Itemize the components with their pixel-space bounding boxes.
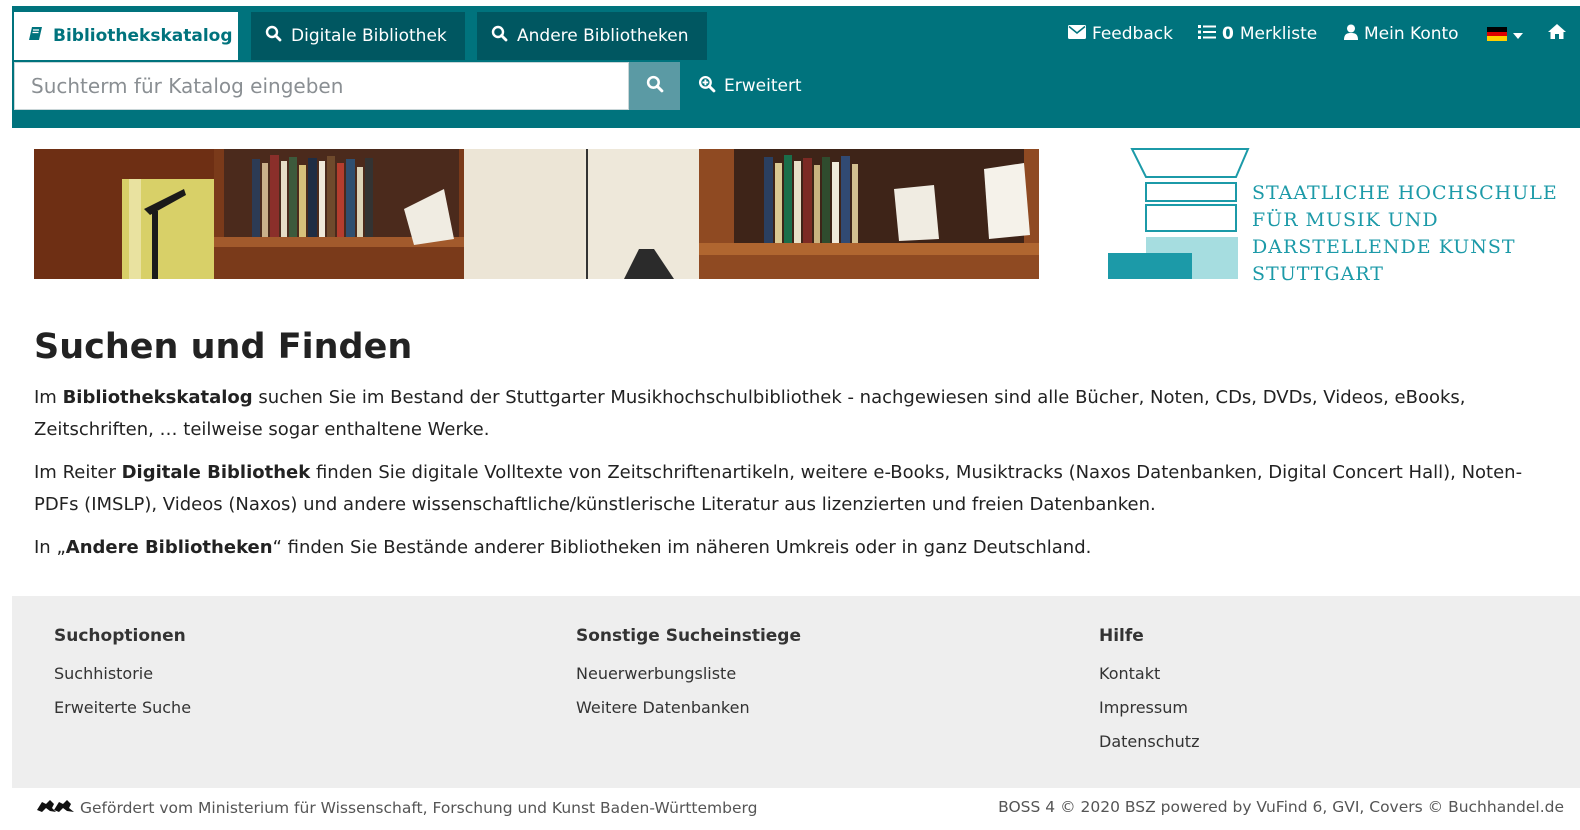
footer-link-kontakt[interactable]: Kontakt xyxy=(1099,660,1199,688)
footer-column-suchoptionen: Suchoptionen Suchhistorie Erweiterte Suc… xyxy=(54,626,191,722)
page-title: Suchen und Finden xyxy=(34,327,413,367)
footer-column-hilfe: Hilfe Kontakt Impressum Datenschutz xyxy=(1099,626,1199,756)
credits: BOSS 4 © 2020 BSZ powered by VuFind 6, G… xyxy=(998,798,1564,816)
account-label: Mein Konto xyxy=(1364,24,1459,44)
emphasis: Andere Bibliotheken xyxy=(65,537,273,558)
tab-digitale-bibliothek[interactable]: Digitale Bibliothek xyxy=(251,12,465,60)
bottom-bar: Gefördert vom Ministerium für Wissenscha… xyxy=(12,788,1580,830)
hochschule-logo-text: STAATLICHE HOCHSCHULE FÜR MUSIK UND DARS… xyxy=(1252,180,1558,288)
hochschule-logo xyxy=(1108,147,1251,279)
home-icon xyxy=(1548,24,1566,44)
tab-bibliothekskatalog[interactable]: Bibliothekskatalog xyxy=(14,12,238,60)
tab-andere-bibliotheken[interactable]: Andere Bibliotheken xyxy=(477,12,707,60)
feedback-label: Feedback xyxy=(1092,24,1173,44)
feedback-link[interactable]: Feedback xyxy=(1068,20,1173,48)
footer-link-weitere-datenbanken[interactable]: Weitere Datenbanken xyxy=(576,694,801,722)
search-icon xyxy=(491,25,508,47)
text: Im xyxy=(34,387,63,408)
merkliste-label: Merkliste xyxy=(1239,24,1318,44)
account-link[interactable]: Mein Konto xyxy=(1344,20,1459,48)
footer-heading: Sonstige Sucheinstiege xyxy=(576,626,802,646)
search-button[interactable] xyxy=(629,62,680,110)
envelope-icon xyxy=(1068,24,1086,44)
text: In „ xyxy=(34,537,66,558)
list-icon xyxy=(1198,24,1216,44)
footer-link-datenschutz[interactable]: Datenschutz xyxy=(1099,728,1199,756)
search-icon xyxy=(265,25,282,47)
language-selector[interactable] xyxy=(1487,20,1523,48)
advanced-search-label: Erweitert xyxy=(724,76,802,96)
library-banner-image xyxy=(34,149,1039,279)
header: Bibliothekskatalog Digitale Bibliothek A… xyxy=(12,6,1580,128)
tab-label: Digitale Bibliothek xyxy=(291,26,447,46)
german-flag-icon xyxy=(1487,27,1507,42)
emphasis: Digitale Bibliothek xyxy=(121,462,311,483)
funding-note: Gefördert vom Ministerium für Wissenscha… xyxy=(36,798,757,818)
funding-text: Gefördert vom Ministerium für Wissenscha… xyxy=(80,799,758,817)
tab-label: Andere Bibliotheken xyxy=(517,26,689,46)
intro-paragraph-digitale: Im Reiter Digitale Bibliothek finden Sie… xyxy=(34,457,1564,521)
logo-line: STAATLICHE HOCHSCHULE xyxy=(1252,182,1558,204)
merkliste-count: 0 xyxy=(1222,24,1234,44)
search-input[interactable] xyxy=(14,62,629,110)
footer-heading: Suchoptionen xyxy=(54,626,186,646)
merkliste-link[interactable]: 0 Merkliste xyxy=(1198,20,1317,48)
footer-link-neuerwerbungsliste[interactable]: Neuerwerbungsliste xyxy=(576,660,801,688)
logo-line: STUTTGART xyxy=(1252,263,1384,285)
footer-link-impressum[interactable]: Impressum xyxy=(1099,694,1199,722)
intro-paragraph-katalog: Im Bibliothekskatalog suchen Sie im Best… xyxy=(34,382,1564,446)
bw-lions-icon xyxy=(36,798,76,818)
tab-label: Bibliothekskatalog xyxy=(53,26,233,46)
footer-link-erweiterte-suche[interactable]: Erweiterte Suche xyxy=(54,694,191,722)
footer-link-suchhistorie[interactable]: Suchhistorie xyxy=(54,660,191,688)
footer: Suchoptionen Suchhistorie Erweiterte Suc… xyxy=(12,596,1580,788)
user-icon xyxy=(1344,24,1358,45)
intro-paragraph-andere: In „Andere Bibliotheken“ finden Sie Best… xyxy=(34,532,1564,564)
footer-heading: Hilfe xyxy=(1099,626,1144,646)
logo-line: DARSTELLENDE KUNST xyxy=(1252,236,1516,258)
book-icon xyxy=(28,26,44,47)
emphasis: Bibliothekskatalog xyxy=(62,387,253,408)
text: Im Reiter xyxy=(34,462,122,483)
footer-column-sucheinstiege: Sonstige Sucheinstiege Neuerwerbungslist… xyxy=(576,626,801,722)
search-icon xyxy=(646,75,664,97)
home-link[interactable] xyxy=(1548,20,1566,48)
caret-down-icon xyxy=(1513,24,1523,44)
advanced-search-link[interactable]: Erweitert xyxy=(698,72,802,100)
text: “ finden Sie Bestände anderer Bibliothek… xyxy=(272,537,1092,558)
zoom-in-icon xyxy=(698,75,716,98)
page: Bibliothekskatalog Digitale Bibliothek A… xyxy=(12,6,1580,830)
logo-line: FÜR MUSIK UND xyxy=(1252,209,1439,231)
